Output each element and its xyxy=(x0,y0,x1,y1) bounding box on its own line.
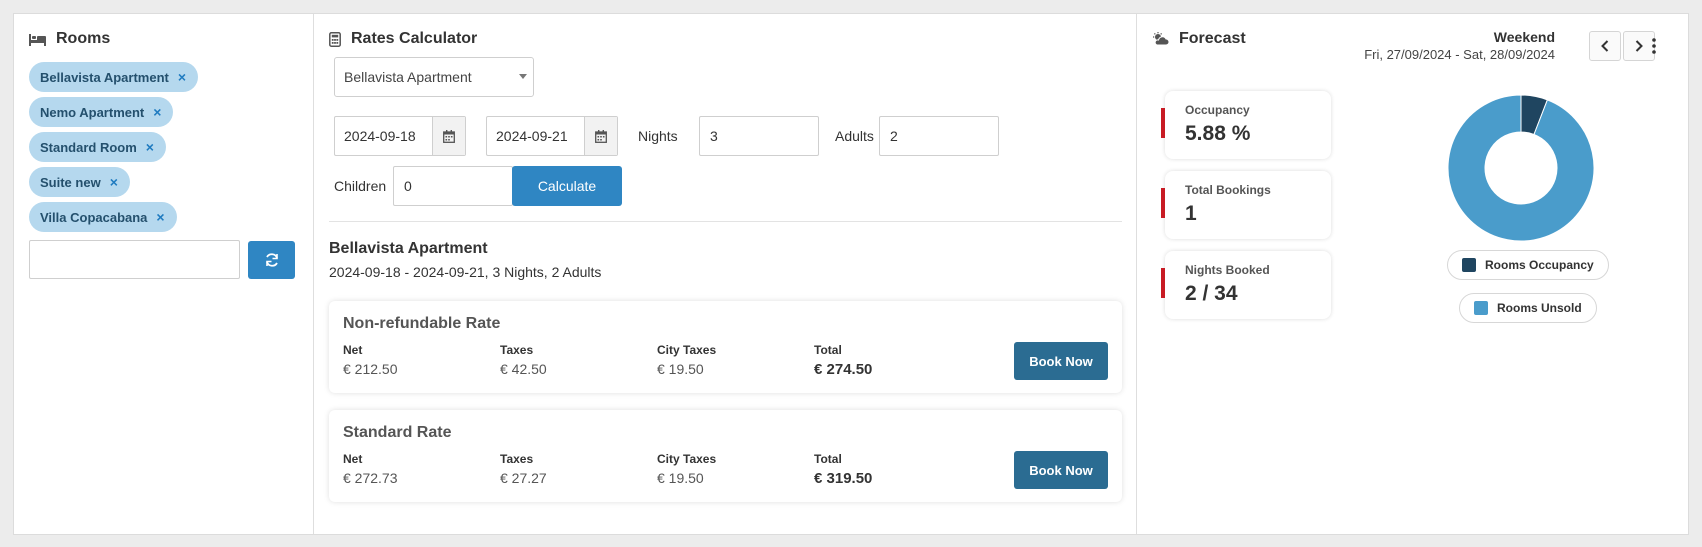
refresh-button[interactable] xyxy=(248,241,295,279)
rate-name: Non-refundable Rate xyxy=(343,315,501,332)
room-chip[interactable]: Nemo Apartment × xyxy=(29,97,174,127)
calendar-icon[interactable] xyxy=(432,117,465,155)
total-header: Total xyxy=(814,452,842,466)
children-label: Children xyxy=(334,178,387,194)
kpi-label: Occupancy xyxy=(1185,103,1250,117)
rate-card: Non-refundable Rate Net € 212.50 Taxes € 4… xyxy=(329,301,1122,393)
city-taxes-value: € 19.50 xyxy=(657,361,704,377)
kpi-label: Nights Booked xyxy=(1185,263,1270,277)
rates-title: Rates Calculator xyxy=(329,30,477,48)
remove-chip-icon[interactable]: × xyxy=(178,69,186,85)
legend-item-unsold[interactable]: Rooms Unsold xyxy=(1459,293,1597,323)
nights-input[interactable]: 3 xyxy=(699,116,819,156)
result-subtitle: 2024-09-18 - 2024-09-21, 3 Nights, 2 Adu… xyxy=(329,264,602,280)
chevron-left-icon xyxy=(1601,40,1609,52)
children-input[interactable]: 0 xyxy=(393,166,513,206)
checkout-date-value[interactable]: 2024-09-21 xyxy=(487,117,584,155)
room-chip[interactable]: Bellavista Apartment × xyxy=(29,62,199,92)
legend-label: Rooms Occupancy xyxy=(1485,258,1594,272)
kpi-value: 1 xyxy=(1185,202,1197,225)
forecast-title: Forecast xyxy=(1152,30,1246,48)
calendar-icon[interactable] xyxy=(584,117,617,155)
rates-panel: Rates Calculator Bellavista Apartment 20… xyxy=(314,14,1137,534)
calculate-button[interactable]: Calculate xyxy=(512,166,622,206)
nights-label: Nights xyxy=(638,128,678,144)
taxes-value: € 42.50 xyxy=(500,361,547,377)
legend-label: Rooms Unsold xyxy=(1497,301,1582,315)
checkin-date-value[interactable]: 2024-09-18 xyxy=(335,117,432,155)
calculator-icon xyxy=(329,31,341,47)
room-search-input[interactable] xyxy=(29,240,240,279)
chevron-right-icon xyxy=(1635,40,1643,52)
rate-card: Standard Rate Net € 272.73 Taxes € 27.27 C… xyxy=(329,410,1122,502)
kpi-accent-bar xyxy=(1161,268,1165,298)
kpi-accent-bar xyxy=(1161,108,1165,138)
kpi-value: 2 / 34 xyxy=(1185,282,1238,305)
bed-icon xyxy=(29,33,46,46)
remove-chip-icon[interactable]: × xyxy=(146,139,154,155)
rate-name: Standard Rate xyxy=(343,424,452,441)
dashboard-frame: Rooms Bellavista Apartment × Nemo Apartme… xyxy=(13,13,1689,535)
divider xyxy=(329,221,1122,222)
donut-slice-rooms-unsold xyxy=(1447,94,1595,242)
room-chips: Bellavista Apartment × Nemo Apartment × St… xyxy=(29,62,199,237)
total-value: € 274.50 xyxy=(814,361,873,378)
cloud-sun-icon xyxy=(1153,32,1169,46)
period-range: Fri, 27/09/2024 - Sat, 28/09/2024 xyxy=(1364,47,1555,62)
refresh-icon xyxy=(265,253,278,267)
period-title: Weekend xyxy=(1493,29,1555,45)
checkin-date-field[interactable]: 2024-09-18 xyxy=(334,116,466,156)
net-value: € 212.50 xyxy=(343,361,398,377)
legend-swatch xyxy=(1462,258,1476,272)
legend-item-occupancy[interactable]: Rooms Occupancy xyxy=(1447,250,1609,280)
kpi-card-nights-booked: Nights Booked 2 / 34 xyxy=(1161,251,1331,319)
net-value: € 272.73 xyxy=(343,470,398,486)
kpi-card-total-bookings: Total Bookings 1 xyxy=(1161,171,1331,239)
adults-input[interactable]: 2 xyxy=(879,116,999,156)
room-select-value: Bellavista Apartment xyxy=(344,69,472,85)
net-header: Net xyxy=(343,343,363,357)
rooms-panel: Rooms Bellavista Apartment × Nemo Apartme… xyxy=(14,14,314,534)
taxes-header: Taxes xyxy=(500,452,534,466)
kpi-accent-bar xyxy=(1161,188,1165,218)
city-taxes-header: City Taxes xyxy=(657,343,717,357)
room-select[interactable]: Bellavista Apartment xyxy=(334,57,534,97)
chevron-down-icon xyxy=(519,74,527,79)
more-options-icon[interactable] xyxy=(1652,38,1656,57)
remove-chip-icon[interactable]: × xyxy=(110,174,118,190)
rooms-title: Rooms xyxy=(29,30,110,48)
rooms-title-label: Rooms xyxy=(56,30,111,47)
remove-chip-icon[interactable]: × xyxy=(156,209,164,225)
forecast-title-label: Forecast xyxy=(1179,30,1246,47)
taxes-value: € 27.27 xyxy=(500,470,547,486)
forecast-panel: Forecast Weekend Fri, 27/09/2024 - Sat, … xyxy=(1137,14,1689,534)
taxes-header: Taxes xyxy=(500,343,534,357)
prev-period-button[interactable] xyxy=(1589,31,1621,61)
total-header: Total xyxy=(814,343,842,357)
total-value: € 319.50 xyxy=(814,470,873,487)
city-taxes-value: € 19.50 xyxy=(657,470,704,486)
legend-swatch xyxy=(1474,301,1488,315)
next-period-button[interactable] xyxy=(1623,31,1655,61)
book-now-button[interactable]: Book Now xyxy=(1014,342,1108,380)
net-header: Net xyxy=(343,452,363,466)
remove-chip-icon[interactable]: × xyxy=(153,104,161,120)
city-taxes-header: City Taxes xyxy=(657,452,717,466)
rates-title-label: Rates Calculator xyxy=(351,30,478,47)
checkout-date-field[interactable]: 2024-09-21 xyxy=(486,116,618,156)
room-chip[interactable]: Suite new × xyxy=(29,167,130,197)
kpi-card-occupancy: Occupancy 5.88 % xyxy=(1161,91,1331,159)
room-chip[interactable]: Villa Copacabana × xyxy=(29,202,177,232)
occupancy-donut-chart xyxy=(1447,94,1595,242)
adults-label: Adults xyxy=(835,128,874,144)
book-now-button[interactable]: Book Now xyxy=(1014,451,1108,489)
kpi-value: 5.88 % xyxy=(1185,122,1251,145)
room-chip[interactable]: Standard Room × xyxy=(29,132,166,162)
kpi-label: Total Bookings xyxy=(1185,183,1271,197)
result-title: Bellavista Apartment xyxy=(329,240,488,257)
